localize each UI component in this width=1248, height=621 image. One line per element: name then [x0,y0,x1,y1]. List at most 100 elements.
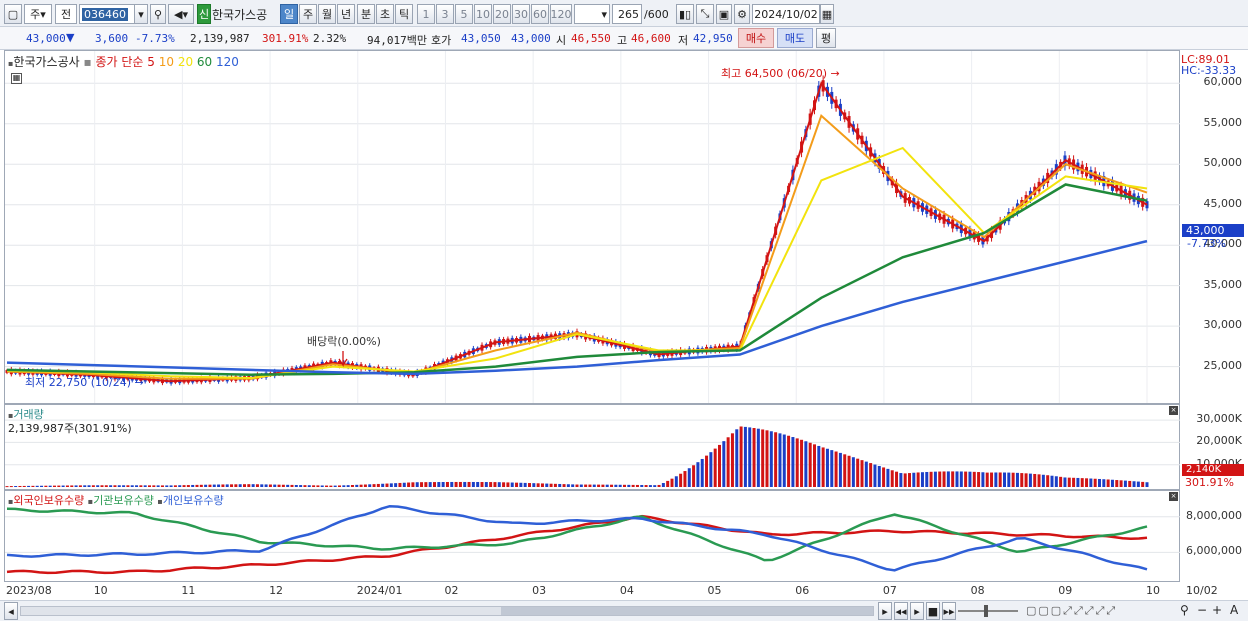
volume-bar [800,439,804,487]
period-year-button[interactable]: 년 [337,4,355,24]
scroll-right-icon[interactable]: ▸ [878,602,892,620]
volume-panel[interactable]: ▪거래량 2,139,987주(301.91%) × [4,404,1181,490]
save-icon[interactable]: ▣ [716,4,732,24]
zoom-slider-handle[interactable] [984,605,988,617]
current-price: 43,000 [26,32,66,45]
volume-close-icon[interactable]: × [1169,406,1178,415]
count-input[interactable]: 265 [612,4,642,24]
holding-close-icon[interactable]: × [1169,492,1178,501]
price-change-pct: -7.73% [135,32,175,45]
stop-icon[interactable]: ■ [926,602,940,620]
scroll-left-icon[interactable]: ◂ [4,602,18,620]
volume-bar [424,482,428,487]
volume-bar [838,452,842,487]
play-icon[interactable]: ▸ [910,602,924,620]
scroll-thumb[interactable] [501,607,873,615]
period-week-button[interactable]: 주 [299,4,317,24]
table-toggle-icon[interactable]: ▦ [11,73,22,84]
volume-bar [631,484,635,487]
price-panel[interactable]: 최고 64,500 (06/20) → 최저 22,750 (10/24) → 배당… [4,50,1181,404]
volume-bar [990,472,994,487]
volume-bar [558,483,562,487]
volume-bar [640,484,644,487]
volume-bar [1141,481,1145,487]
period-day-button[interactable]: 일 [280,4,298,24]
volume-bar [368,484,372,487]
minute-1-button[interactable]: 1 [417,4,435,24]
volume-bar [247,484,251,487]
last-icon[interactable]: ▸▸ [942,602,956,620]
volume-bar [579,484,583,487]
period-second-button[interactable]: 초 [376,4,394,24]
zoom-out-icon[interactable]: − [1197,603,1207,617]
volume-bar [156,485,160,487]
code-dropdown-icon[interactable]: ▾ [134,4,148,24]
minute-3-button[interactable]: 3 [436,4,454,24]
volume-bar [1085,478,1089,487]
sound-icon[interactable]: ◀▾ [168,4,194,24]
minute-120-button[interactable]: 120 [550,4,572,24]
minute-5-button[interactable]: 5 [455,4,473,24]
holding-axis: 8,000,000 6,000,000 [1180,490,1248,582]
sell-button[interactable]: 매도 [777,28,813,48]
candle-icon[interactable]: ▮▯ [676,4,694,24]
volume-bar [588,484,592,487]
font-icon[interactable]: A [1230,603,1238,617]
minute-60-button[interactable]: 60 [531,4,549,24]
volume-bar [908,473,911,487]
calendar-icon[interactable]: ▦ [820,4,834,24]
zoom-in-icon[interactable]: ⚲ [1180,603,1189,617]
volume-bar [18,485,22,487]
volume-bar [303,485,307,487]
volume-value: 2,139,987주(301.91%) [8,422,132,435]
volume-bar [471,481,475,487]
price-change: 3,600 [95,32,129,45]
volume-bar [437,482,441,487]
zoom-slider[interactable] [958,605,1018,617]
volume-bar [592,484,596,487]
volume-bar [290,484,294,487]
draw-tool-icon[interactable]: ⤡ [696,4,714,24]
volume-bar [713,448,717,487]
evaluate-button[interactable]: 평 [816,28,836,48]
search-icon[interactable]: ⚲ [150,4,166,24]
code-value: 036460 [82,7,128,21]
settings-icon[interactable]: ⚙ [734,4,750,24]
drawing-tools-icon[interactable]: ▢▢▢⤢⤢⤢⤢⤢ [1026,604,1117,618]
minute-20-button[interactable]: 20 [493,4,511,24]
minute-10-button[interactable]: 10 [474,4,492,24]
volume-bar [385,483,389,487]
buy-button[interactable]: 매수 [738,28,774,48]
minute-30-button[interactable]: 30 [512,4,530,24]
period-minute-button[interactable]: 분 [357,4,375,24]
first-icon[interactable]: ◂◂ [894,602,908,620]
code-input[interactable]: 036460 [79,4,135,24]
period-tick-button[interactable]: 틱 [395,4,413,24]
volume-bar [929,471,933,487]
volume-chart[interactable] [5,405,1181,489]
custom-period-select[interactable]: ▾ [574,4,610,24]
price-chart[interactable]: 최고 64,500 (06/20) → 최저 22,750 (10/24) → 배당… [5,51,1181,403]
volume-bar [869,463,873,487]
x-axis-label: 2023/08 [6,584,52,597]
volume-bar [1015,472,1019,487]
volume-bar [169,485,173,487]
volume-bar [540,483,544,487]
volume-bar [644,485,648,487]
layout-icon[interactable]: ▢ [4,4,22,24]
date-input[interactable]: 2024/10/02 [752,4,820,24]
market-select[interactable]: 주 ▾ [24,4,52,24]
type-select[interactable]: 전 [55,4,77,24]
price-y-tick: 35,000 [1203,277,1243,291]
volume-bar [27,485,31,487]
volume-bar [130,485,134,487]
volume-bar [458,481,462,487]
volume-bar [506,482,510,487]
period-month-button[interactable]: 월 [318,4,336,24]
holding-y-tick: 6,000,000 [1186,544,1242,558]
holding-panel[interactable]: ▪외국인보유수량 ▪기관보유수량 ▪개인보유수량 × [4,490,1181,582]
volume-bar [687,468,691,487]
add-icon[interactable]: + [1212,603,1222,617]
volume-bar [1072,477,1076,487]
scroll-track[interactable] [20,606,874,616]
